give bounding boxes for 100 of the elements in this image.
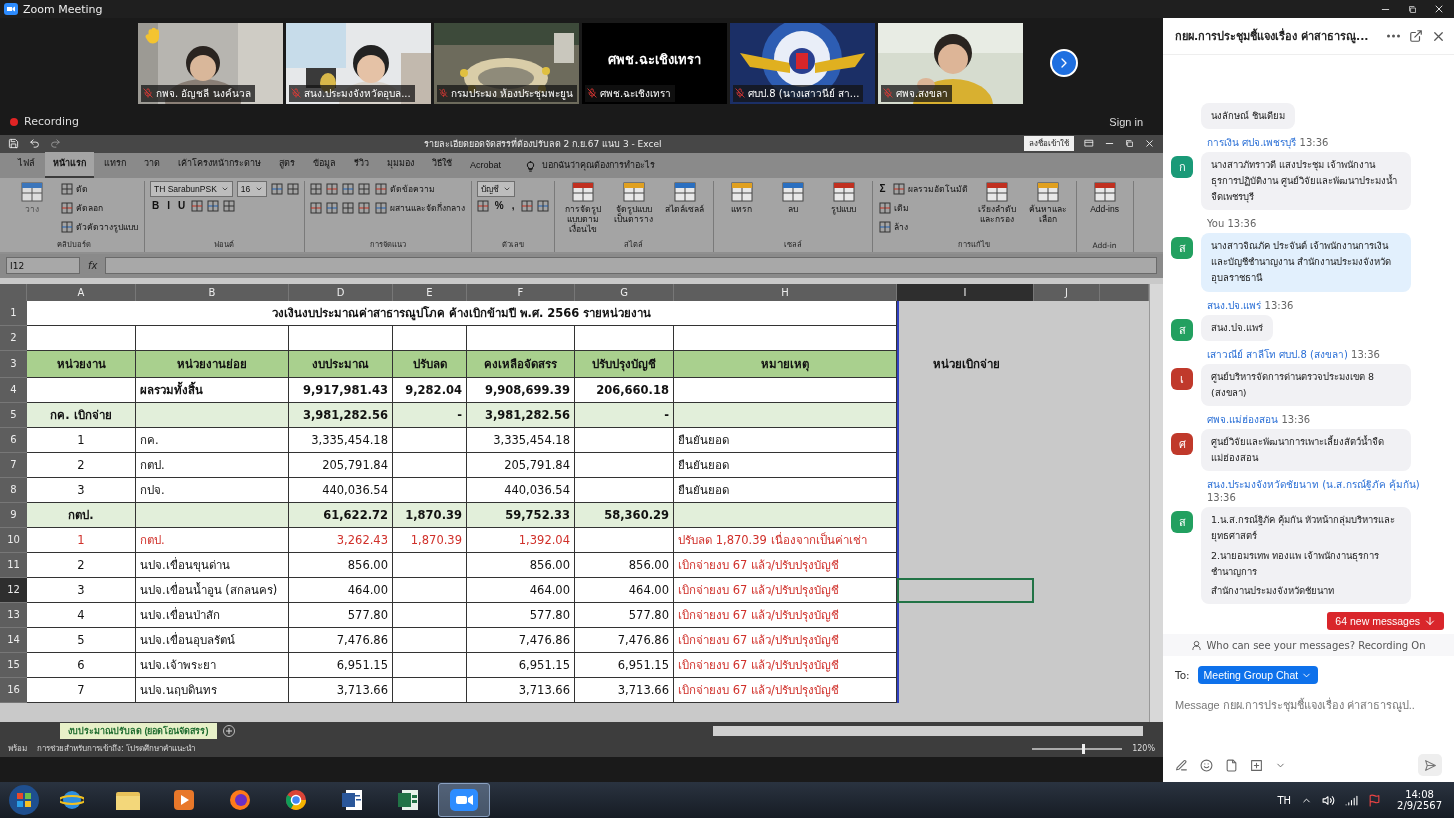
ribbon-tab[interactable]: เค้าโครงหน้ากระดาษ (170, 151, 269, 178)
column-letter[interactable]: A (27, 283, 136, 301)
row-number[interactable]: 5 (0, 402, 27, 428)
send-button[interactable] (1418, 754, 1442, 776)
speaker-icon[interactable] (1322, 793, 1336, 807)
ribbon-button[interactable]: , (509, 200, 517, 212)
row-number[interactable]: 11 (0, 552, 27, 578)
row-number[interactable]: 12 (0, 577, 27, 603)
start-button[interactable] (6, 783, 42, 817)
ribbon-tab[interactable]: ข้อมูล (305, 151, 344, 178)
row-number[interactable]: 16 (0, 677, 27, 703)
row-number[interactable]: 6 (0, 427, 27, 453)
ribbon-button[interactable]: U (176, 200, 188, 212)
ribbon-button[interactable]: ตัดข้อความ (373, 180, 436, 197)
video-tile[interactable]: กรมประมง ห้องประชุมพะยูน (434, 22, 579, 104)
video-tile[interactable]: สนง.ประมงจังหวัดอุบล... (286, 22, 431, 104)
format-icon[interactable] (1175, 758, 1188, 772)
video-tile[interactable]: กพจ. อัญชลี นงค์นวล (138, 22, 283, 104)
row-number[interactable]: 13 (0, 602, 27, 628)
close-icon[interactable] (1144, 138, 1155, 150)
select-all-corner[interactable] (0, 283, 27, 301)
row-number[interactable]: 14 (0, 627, 27, 653)
ribbon-button[interactable]: B (150, 200, 162, 212)
signal-icon[interactable] (1345, 793, 1359, 807)
undo-icon[interactable] (29, 138, 40, 150)
row-number[interactable]: 7 (0, 452, 27, 478)
restore-icon[interactable] (1125, 139, 1134, 149)
clock[interactable]: 14:08 2/9/2567 (1397, 789, 1442, 811)
vertical-scrollbar[interactable] (1149, 283, 1163, 723)
column-letter[interactable]: B (136, 283, 289, 301)
ribbon-button[interactable]: สไตล์เซลล์ (661, 180, 708, 215)
ribbon-tab[interactable]: หน้าแรก (45, 151, 94, 178)
row-number[interactable]: 4 (0, 377, 27, 403)
zoom-slider-thumb[interactable] (1081, 743, 1085, 754)
row-number[interactable]: 9 (0, 502, 27, 528)
column-letter[interactable]: I (897, 283, 1034, 301)
ribbon-button[interactable]: ผลรวมอัตโนมัติ (891, 180, 969, 197)
pop-out-button[interactable] (1409, 29, 1423, 43)
row-number[interactable]: 10 (0, 527, 27, 553)
recipient-dropdown[interactable]: Meeting Group Chat (1197, 666, 1319, 684)
video-tile[interactable]: ศบป.8 (นางเสาวนีย์ สา... (730, 22, 875, 104)
column-letter[interactable]: G (575, 283, 674, 301)
ribbon-button[interactable]: ตัด (60, 180, 89, 197)
ribbon-tab[interactable]: ไฟล์ (10, 151, 43, 178)
ribbon-dropdown[interactable]: TH SarabunPSK (150, 180, 233, 197)
ribbon-display-icon[interactable] (1084, 139, 1094, 149)
sign-in-button[interactable]: Sign in (1103, 114, 1149, 129)
ribbon-button[interactable]: I (165, 200, 172, 212)
ribbon-tab[interactable]: Acrobat (462, 155, 510, 178)
ribbon-tab[interactable]: วาด (136, 151, 168, 178)
language-indicator[interactable]: TH (1277, 794, 1292, 806)
function-label[interactable]: fx (88, 260, 98, 272)
ribbon-button[interactable]: จัดรูปแบบเป็นตาราง (610, 180, 657, 225)
row-number[interactable]: 15 (0, 652, 27, 678)
file-icon[interactable] (1225, 758, 1238, 772)
column-letter[interactable]: D (289, 283, 393, 301)
ribbon-button[interactable]: คัดลอก (60, 199, 104, 216)
column-letter[interactable]: H (674, 283, 897, 301)
ribbon-tab[interactable]: มุมมอง (379, 151, 422, 178)
tell-me-field[interactable]: บอกฉันว่าคุณต้องการทำอะไร (542, 157, 656, 172)
new-messages-button[interactable]: 64 new messages (1327, 612, 1444, 630)
ribbon-button[interactable]: ตัวคัดวางรูปแบบ (60, 218, 139, 235)
formula-field[interactable] (105, 257, 1157, 275)
excel-sign-in-button[interactable]: ลงชื่อเข้าใช้ (1024, 136, 1074, 152)
ribbon-dropdown[interactable]: บัญชี (476, 180, 515, 197)
video-tile[interactable]: ศพช.ฉะเชิงเทรา ศพช.ฉะเชิงเทรา (582, 22, 727, 104)
ribbon-tab[interactable]: รีวิว (346, 151, 377, 178)
ribbon-button[interactable]: Σ (877, 183, 888, 195)
ribbon-dropdown[interactable]: 16 (236, 180, 267, 197)
row-number[interactable]: 1 (0, 300, 27, 326)
save-icon[interactable] (8, 138, 19, 150)
ribbon-tab[interactable]: สูตร (271, 151, 303, 178)
taskbar-video-camera[interactable] (438, 783, 490, 817)
emoji-icon[interactable] (1200, 758, 1213, 772)
redo-icon[interactable] (50, 138, 61, 150)
next-page-button[interactable] (1050, 49, 1078, 77)
ribbon-button[interactable]: เรียงลำดับและกรอง (973, 180, 1020, 225)
ribbon-button[interactable]: % (492, 200, 506, 212)
ribbon-button[interactable]: Add-ins (1081, 180, 1128, 215)
ribbon-button[interactable]: ค้นหาและเลือก (1024, 180, 1071, 225)
ribbon-button[interactable]: ผสานและจัดกึ่งกลาง (373, 199, 466, 216)
accessibility-status[interactable]: การช่วยสำหรับการเข้าถึง: โปรดศึกษาคำแนะนำ (37, 742, 196, 755)
column-letter[interactable]: F (467, 283, 575, 301)
ribbon-tab[interactable]: แทรก (96, 151, 134, 178)
more-button[interactable] (1386, 34, 1401, 38)
row-number[interactable]: 8 (0, 477, 27, 503)
screenshot-icon[interactable] (1250, 758, 1263, 772)
horizontal-scrollbar[interactable] (713, 726, 1143, 737)
ribbon-button[interactable]: เติม (877, 199, 910, 216)
column-letter[interactable]: E (393, 283, 467, 301)
video-tile[interactable]: ศพจ.สงขลา (878, 22, 1023, 104)
ribbon-button[interactable]: การจัดรูปแบบตามเงื่อนไข (559, 180, 606, 235)
row-number[interactable]: 3 (0, 350, 27, 378)
ribbon-button[interactable]: รูปแบบ (820, 180, 867, 215)
name-box[interactable]: I12 (6, 257, 80, 275)
sheet-tab[interactable]: งบประมาณปรับลด (ยอดโอนจัดสรร) (60, 723, 217, 740)
flag-icon[interactable] (1368, 793, 1382, 807)
ribbon-tab[interactable]: วิธีใช้ (424, 151, 460, 178)
ribbon-button[interactable]: แทรก (718, 180, 765, 215)
ribbon-button[interactable]: ลบ (769, 180, 816, 215)
